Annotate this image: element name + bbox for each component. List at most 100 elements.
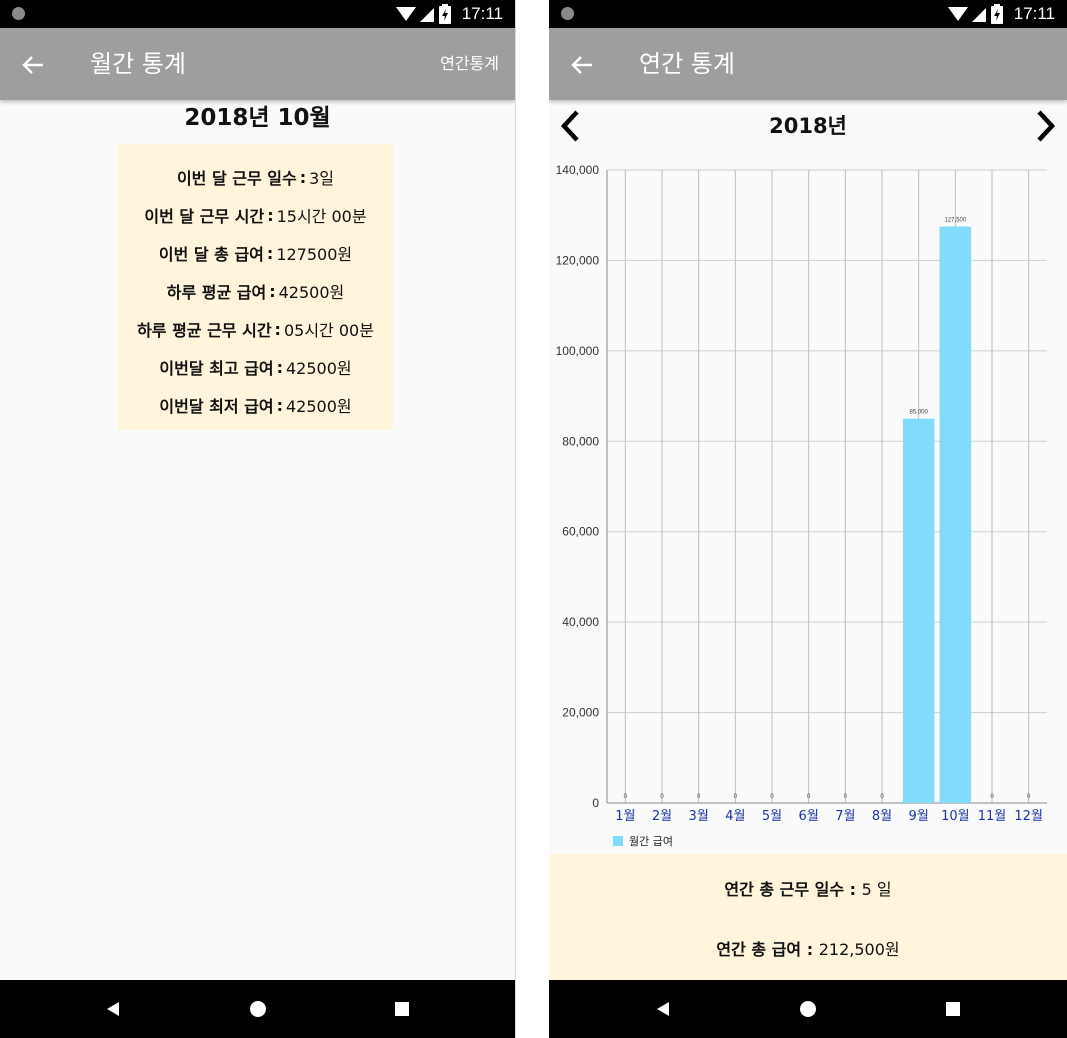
back-button[interactable] (567, 50, 597, 80)
stat-row: 하루 평균 급여:42500원 (118, 272, 393, 310)
x-tick-label: 5월 (762, 809, 782, 824)
x-tick-label: 8월 (872, 809, 892, 824)
stat-label: 이번 달 총 급여 (158, 245, 264, 264)
x-tick-label: 3월 (689, 809, 709, 824)
stat-value: 42500원 (278, 283, 345, 302)
month-title: 2018년 10월 (184, 105, 331, 131)
stat-separator: : (299, 167, 307, 187)
stat-value: 05시간 00분 (283, 321, 374, 340)
page-title: 월간 통계 (90, 50, 186, 78)
stat-value: 3일 (309, 169, 335, 188)
x-tick-label: 7월 (835, 809, 855, 824)
nav-recent-button[interactable] (943, 999, 963, 1019)
status-bar: 17:11 (0, 0, 515, 28)
bar-value-label: 127,500 (944, 218, 966, 224)
y-tick-label: 60,000 (562, 525, 599, 539)
signal-icon (419, 8, 434, 22)
stat-value: 42500원 (285, 397, 352, 416)
summary-label: 연간 총 근무 일수 (724, 880, 845, 899)
app-bar: 월간 통계 연간통계 (0, 28, 515, 100)
monthly-pay-bar-chart: 0 20,000 40,000 60,000 80,000 100,000 120,000 1… (556, 163, 1047, 848)
stat-separator: : (269, 281, 276, 301)
bar-value-label: 0 (1027, 794, 1031, 800)
arrow-left-icon (571, 56, 592, 74)
y-tick-label: 20,000 (562, 706, 599, 720)
y-tick-label: 120,000 (556, 253, 600, 267)
summary-label: 연간 총 급여 (716, 940, 802, 959)
summary-row: 연간 총 근무 일수 : 5 일 (549, 876, 1067, 900)
stat-row: 이번달 최저 급여:42500원 (118, 386, 393, 424)
summary-separator: : (801, 940, 819, 959)
page-title: 연간 통계 (639, 50, 735, 78)
bar-value-label: 0 (734, 794, 738, 800)
stat-label: 하루 평균 급여 (166, 283, 267, 302)
circle-home-icon (800, 1001, 816, 1017)
stat-label: 이번달 최고 급여 (159, 359, 274, 378)
stat-separator: : (267, 205, 274, 225)
circle-home-icon (249, 1001, 266, 1017)
bar-value-label: 0 (660, 794, 664, 800)
stat-value: 42500원 (285, 359, 352, 378)
system-nav-bar (0, 980, 515, 1038)
summary-row: 연간 총 급여 : 212,500원 (549, 936, 1067, 960)
nav-back-button[interactable] (653, 999, 673, 1019)
bar-value-label: 85,000 (909, 410, 928, 416)
next-year-button[interactable] (1029, 106, 1063, 146)
year-selector: 2018년 (549, 100, 1067, 152)
summary-value: 5 일 (861, 880, 892, 899)
yearly-stats-screen: 17:11 연간 통계 2018년 0 20,000 40,000 60,000 80,… (549, 0, 1067, 1038)
status-time: 17:11 (461, 4, 503, 23)
status-bar: 17:11 (549, 0, 1067, 28)
bar-value-label: 0 (880, 794, 884, 800)
nav-back-button[interactable] (103, 999, 123, 1019)
stat-separator: : (274, 319, 281, 339)
notification-dot-icon (12, 7, 25, 20)
legend-label: 월간 급여 (629, 835, 673, 848)
battery-charging-icon (990, 4, 1003, 24)
nav-recent-button[interactable] (392, 999, 412, 1019)
stat-value: 15시간 00분 (276, 207, 367, 226)
battery-charging-icon (438, 4, 451, 24)
status-time: 17:11 (1013, 4, 1055, 23)
stat-label: 이번 달 근무 시간 (144, 207, 265, 226)
stat-row: 이번 달 근무 일수:3일 (118, 158, 393, 196)
monthly-stats-card: 이번 달 근무 일수:3일 이번 달 근무 시간:15시간 00분 이번 달 총… (118, 144, 393, 430)
summary-separator: : (844, 880, 862, 899)
stat-value: 127500원 (276, 245, 353, 264)
x-tick-label: 10월 (941, 809, 970, 824)
triangle-back-icon (656, 1002, 669, 1016)
stat-row: 하루 평균 근무 시간:05시간 00분 (118, 310, 393, 348)
yearly-stats-button[interactable]: 연간통계 (440, 52, 499, 76)
arrow-left-icon (22, 56, 43, 74)
y-tick-label: 40,000 (562, 615, 599, 629)
system-nav-bar (549, 980, 1067, 1038)
notification-dot-icon (561, 7, 574, 20)
bar-value-label: 0 (990, 794, 994, 800)
legend-swatch (613, 836, 623, 846)
bar-value-label: 0 (807, 794, 811, 800)
bar (902, 418, 935, 803)
y-tick-label: 80,000 (562, 434, 599, 448)
wifi-icon (395, 7, 416, 21)
bar-value-label: 0 (844, 794, 848, 800)
bar-value-label: 0 (624, 794, 628, 800)
monthly-stats-screen: 17:11 월간 통계 연간통계 2018년 10월 이번 달 근무 일수:3일… (0, 0, 516, 1038)
x-tick-label: 4월 (725, 809, 745, 824)
yearly-summary-card: 연간 총 근무 일수 : 5 일 연간 총 급여 : 212,500원 (549, 854, 1067, 980)
bar (939, 226, 972, 804)
stat-separator: : (266, 243, 274, 263)
x-tick-label: 6월 (799, 809, 819, 824)
x-tick-label: 9월 (909, 809, 929, 824)
nav-home-button[interactable] (248, 999, 268, 1019)
back-button[interactable] (18, 50, 48, 80)
y-tick-label: 140,000 (556, 163, 600, 177)
x-tick-label: 2월 (652, 809, 672, 824)
bar-value-label: 0 (697, 794, 701, 800)
wifi-icon (947, 7, 968, 21)
x-tick-label: 11월 (978, 809, 1007, 824)
stat-label: 이번 달 근무 일수 (176, 169, 297, 188)
bar-value-label: 0 (770, 794, 774, 800)
x-tick-label: 1월 (615, 809, 635, 824)
x-tick-label: 12월 (1014, 809, 1043, 824)
nav-home-button[interactable] (798, 999, 818, 1019)
